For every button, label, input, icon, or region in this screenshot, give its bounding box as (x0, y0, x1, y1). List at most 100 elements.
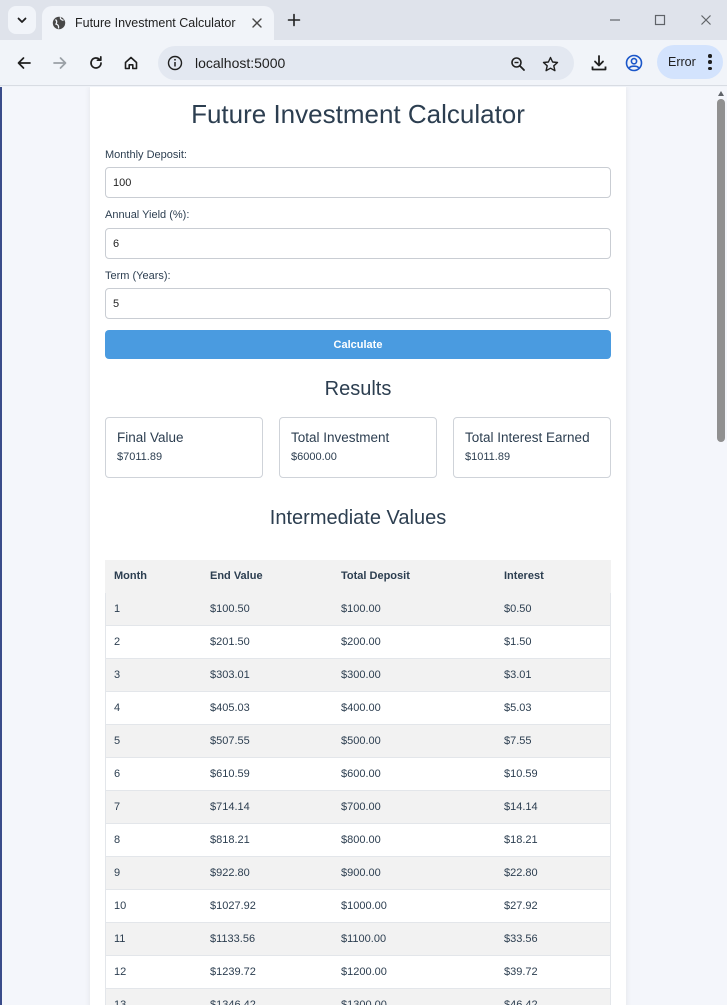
table-cell: $507.55 (210, 735, 250, 747)
table-cell: $1027.92 (210, 900, 256, 912)
annual-yield-label: Annual Yield (%): (105, 209, 190, 221)
total-interest-title: Total Interest Earned (465, 430, 590, 445)
home-button[interactable] (118, 50, 144, 76)
plus-icon (287, 13, 301, 27)
table-cell: 3 (114, 669, 121, 681)
close-window-button[interactable] (694, 8, 718, 32)
table-cell: 6 (114, 768, 121, 780)
minimize-button[interactable] (603, 8, 627, 32)
zoom-icon[interactable] (507, 53, 529, 75)
table-row: 6 $610.59 $600.00 $10.59 (105, 758, 611, 791)
table-row: 3 $303.01 $300.00 $3.01 (105, 659, 611, 692)
table-cell: $500.00 (341, 735, 381, 747)
table-cell: 2 (114, 636, 121, 648)
table-row: 1 $100.50 $100.00 $0.50 (105, 593, 611, 626)
table-cell: 10 (114, 900, 127, 912)
table-cell: $1000.00 (341, 900, 387, 912)
final-value-amount: $7011.89 (117, 451, 163, 463)
table-cell: $714.14 (210, 801, 250, 813)
table-cell: $27.92 (504, 900, 538, 912)
table-cell: $7.55 (504, 735, 532, 747)
reload-button[interactable] (83, 50, 109, 76)
close-tab-icon[interactable] (246, 12, 268, 34)
address-bar[interactable]: localhost:5000 (158, 46, 574, 80)
table-cell: $818.21 (210, 834, 250, 846)
table-cell: $39.72 (504, 966, 538, 978)
tab-title: Future Investment Calculator (75, 16, 236, 30)
bookmark-star-icon[interactable] (539, 53, 561, 75)
total-interest-box: Total Interest Earned $1011.89 (453, 417, 611, 478)
profile-button[interactable] (621, 50, 647, 76)
monthly-deposit-input[interactable]: 100 (105, 167, 611, 198)
table-row: 10 $1027.92 $1000.00 $27.92 (105, 890, 611, 923)
table-cell: $100.50 (210, 603, 250, 615)
table-body: 1 $100.50 $100.00 $0.50 2 $201.50 $200.00 $1.50… (105, 593, 611, 1005)
maximize-button[interactable] (648, 8, 672, 32)
error-label: Error (668, 55, 696, 69)
table-cell: $1.50 (504, 636, 532, 648)
table-row: 9 $922.80 $900.00 $22.80 (105, 857, 611, 890)
browser-toolbar: localhost:5000 Error (0, 40, 727, 86)
more-vertical-icon (707, 54, 713, 70)
arrow-right-icon (53, 57, 67, 69)
table-row: 4 $405.03 $400.00 $5.03 (105, 692, 611, 725)
site-info-icon[interactable] (165, 53, 185, 73)
close-icon (701, 15, 711, 25)
calculator-card: Future Investment Calculator Monthly Dep… (90, 87, 626, 1005)
forward-button[interactable] (47, 50, 73, 76)
intermediate-heading: Intermediate Values (269, 507, 447, 529)
page-title: Future Investment Calculator (191, 99, 525, 129)
table-cell: $922.80 (210, 867, 250, 879)
table-row: 2 $201.50 $200.00 $1.50 (105, 626, 611, 659)
table-cell: $800.00 (341, 834, 381, 846)
table-cell: 11 (114, 933, 126, 945)
total-investment-title: Total Investment (291, 430, 390, 445)
annual-yield-input[interactable]: 6 (105, 228, 611, 259)
table-cell: $1133.56 (210, 933, 256, 945)
reload-icon (90, 55, 102, 69)
scrollbar-thumb[interactable] (717, 99, 725, 442)
downloads-button[interactable] (586, 50, 612, 76)
table-cell: $14.14 (504, 801, 538, 813)
table-cell: $100.00 (341, 603, 381, 615)
home-icon (124, 56, 138, 70)
table-cell: $1300.00 (341, 999, 387, 1005)
table-cell: 5 (114, 735, 121, 747)
results-heading: Results (324, 378, 392, 400)
tab-search-button[interactable] (8, 6, 36, 34)
column-header: Interest (504, 570, 544, 582)
column-header: End Value (210, 570, 263, 582)
table-cell: $400.00 (341, 702, 381, 714)
final-value-title: Final Value (117, 430, 184, 445)
back-button[interactable] (11, 50, 37, 76)
calculate-button[interactable]: Calculate (105, 330, 611, 359)
table-cell: $900.00 (341, 867, 381, 879)
term-input[interactable]: 5 (105, 288, 611, 319)
table-cell: $3.01 (504, 669, 532, 681)
window-edge (0, 87, 2, 1005)
total-investment-amount: $6000.00 (291, 451, 337, 463)
table-row: 13 $1346.42 $1300.00 $46.42 (105, 989, 611, 1005)
table-cell: $700.00 (341, 801, 381, 813)
page-scrollbar[interactable] (715, 87, 727, 1005)
table-cell: 1 (114, 603, 121, 615)
error-menu-button[interactable]: Error (657, 45, 723, 79)
page-viewport: Future Investment Calculator Monthly Dep… (0, 87, 727, 1005)
table-cell: 12 (114, 966, 127, 978)
final-value-box: Final Value $7011.89 (105, 417, 263, 478)
table-cell: $200.00 (341, 636, 381, 648)
table-row: 7 $714.14 $700.00 $14.14 (105, 791, 611, 824)
column-header: Total Deposit (341, 570, 410, 582)
total-investment-box: Total Investment $6000.00 (279, 417, 437, 478)
table-cell: $0.50 (504, 603, 532, 615)
table-cell: $201.50 (210, 636, 250, 648)
term-label: Term (Years): (105, 270, 171, 282)
table-cell: 4 (114, 702, 121, 714)
scroll-up-arrow-icon[interactable] (718, 91, 724, 96)
intermediate-table: Month End Value Total Deposit Interest 1… (105, 560, 611, 1005)
table-cell: $1100.00 (341, 933, 387, 945)
total-interest-amount: $1011.89 (465, 451, 511, 463)
active-tab[interactable]: Future Investment Calculator (42, 6, 274, 40)
maximize-icon (654, 14, 666, 26)
new-tab-button[interactable] (282, 8, 306, 32)
